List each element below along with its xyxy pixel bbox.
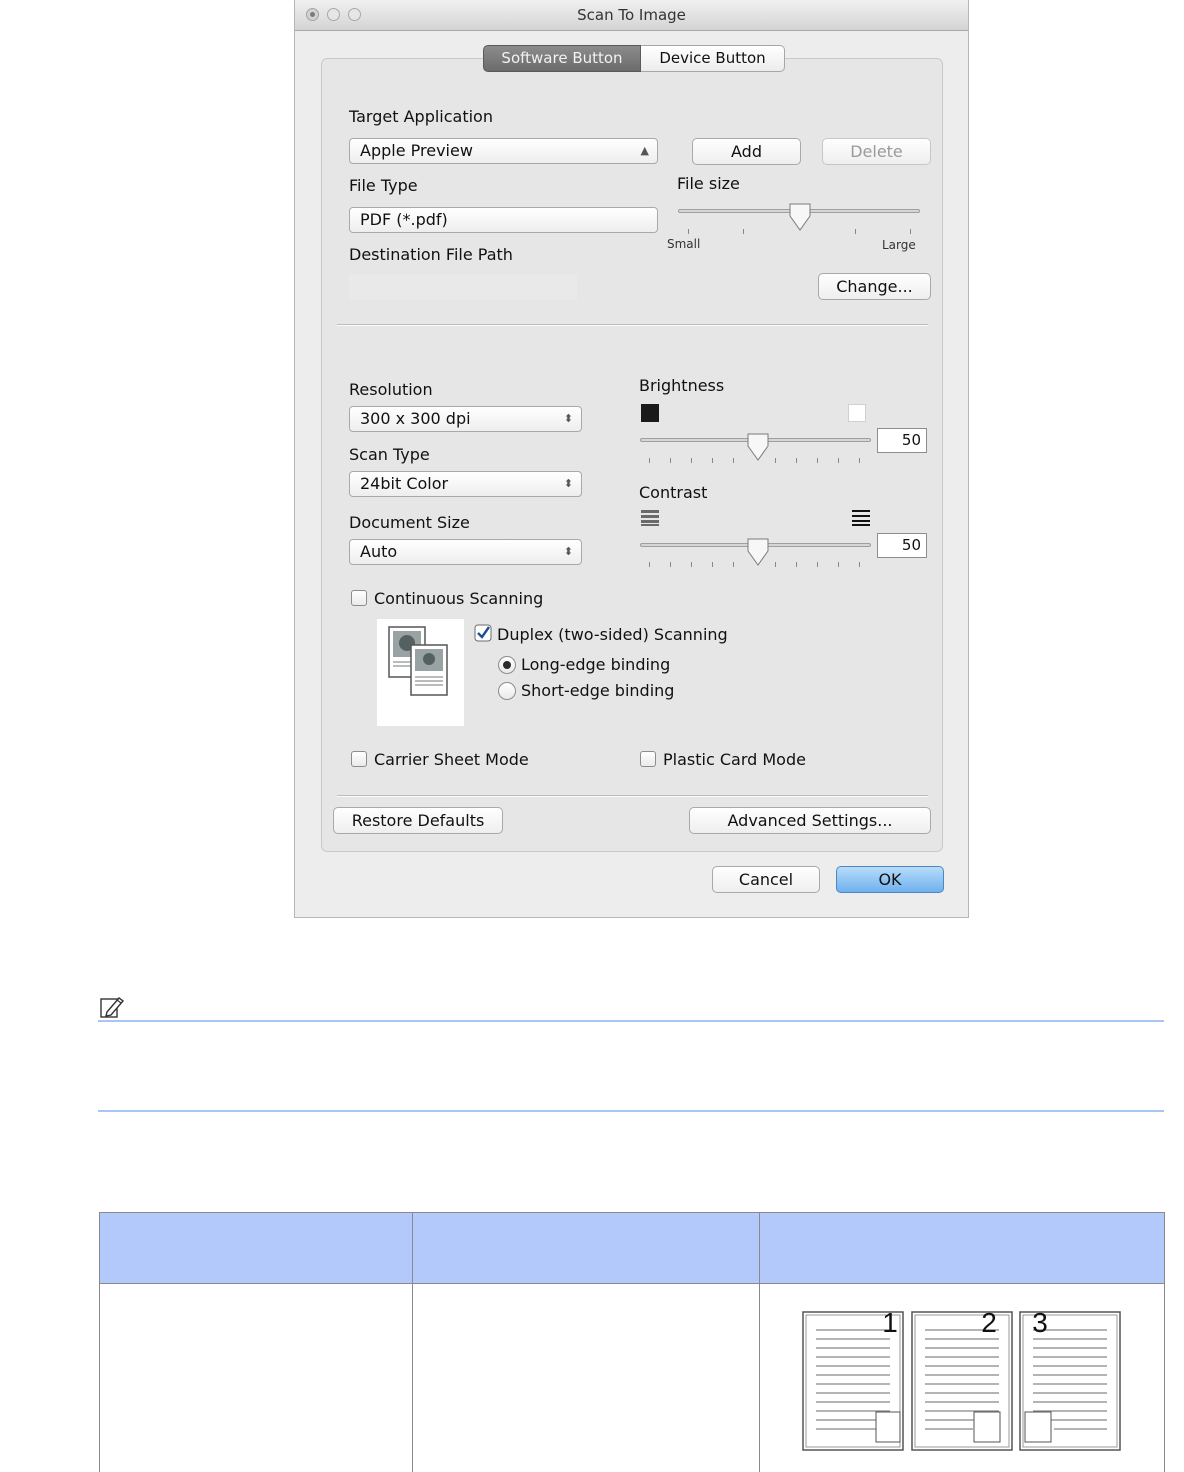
target-application-value: Apple Preview — [360, 141, 473, 160]
file-type-value: PDF (*.pdf) — [360, 210, 448, 229]
page-number-3: 3 — [1032, 1307, 1048, 1338]
continuous-scanning-checkbox[interactable] — [351, 590, 367, 606]
contrast-label: Contrast — [639, 483, 708, 502]
updown-arrows-icon: ⬍ — [563, 545, 573, 558]
short-edge-label: Short-edge binding — [521, 681, 675, 700]
scan-type-select[interactable]: 24bit Color ⬍ — [349, 471, 582, 497]
page-number-1: 1 — [882, 1307, 898, 1338]
light-square-icon — [848, 404, 866, 422]
note-pencil-icon — [100, 997, 125, 1018]
brightness-ticks — [649, 458, 861, 464]
title-bar: Scan To Image — [295, 0, 968, 31]
updown-arrows-icon: ⬍ — [563, 412, 573, 425]
scan-type-label: Scan Type — [349, 445, 430, 464]
brightness-label: Brightness — [639, 376, 725, 395]
duplex-illustration — [377, 619, 464, 726]
section-divider — [337, 324, 928, 326]
pages-figure — [802, 1311, 1121, 1451]
scan-to-image-window: Scan To Image Software Button Device But… — [294, 0, 969, 918]
destination-file-path-field — [349, 274, 577, 300]
file-size-small-label: Small — [667, 237, 701, 251]
file-type-label: File Type — [349, 176, 418, 195]
tab-software-button[interactable]: Software Button — [483, 45, 641, 72]
note-top-rule — [98, 1020, 1164, 1022]
target-application-select[interactable]: Apple Preview ▲ — [349, 138, 658, 164]
target-application-label: Target Application — [349, 107, 493, 126]
contrast-ticks — [649, 562, 861, 568]
duplex-label: Duplex (two-sided) Scanning — [497, 625, 728, 644]
long-edge-radio[interactable] — [498, 656, 516, 674]
delete-button[interactable]: Delete — [822, 138, 931, 165]
high-contrast-icon — [852, 510, 870, 526]
restore-defaults-button[interactable]: Restore Defaults — [333, 807, 503, 834]
advanced-settings-button[interactable]: Advanced Settings... — [689, 807, 931, 834]
document-size-value: Auto — [360, 542, 398, 561]
page-number-2: 2 — [981, 1307, 997, 1338]
file-size-slider-thumb[interactable] — [788, 202, 812, 232]
table-column-divider — [759, 1212, 760, 1472]
file-size-tick — [743, 229, 744, 234]
file-size-tick — [855, 229, 856, 234]
binding-table: 1 2 3 — [99, 1212, 1165, 1472]
table-right-border — [1164, 1212, 1165, 1472]
document-size-label: Document Size — [349, 513, 470, 532]
table-header-row — [100, 1212, 1164, 1284]
dark-square-icon — [641, 404, 659, 422]
document-size-select[interactable]: Auto ⬍ — [349, 539, 582, 565]
file-size-tick — [688, 229, 689, 234]
carrier-sheet-label: Carrier Sheet Mode — [374, 750, 529, 769]
change-button[interactable]: Change... — [818, 273, 931, 300]
updown-arrows-icon: ▲ — [640, 144, 649, 157]
destination-file-path-label: Destination File Path — [349, 245, 513, 264]
table-column-divider — [412, 1212, 413, 1472]
duplex-checkbox[interactable] — [474, 624, 492, 642]
plastic-card-label: Plastic Card Mode — [663, 750, 806, 769]
ok-button[interactable]: OK — [836, 866, 944, 893]
long-edge-label: Long-edge binding — [521, 655, 671, 674]
add-button[interactable]: Add — [692, 138, 801, 165]
low-contrast-icon — [641, 510, 659, 526]
file-size-large-label: Large — [882, 238, 916, 252]
contrast-value-field[interactable]: 50 — [877, 533, 927, 558]
footer-divider — [337, 795, 928, 797]
short-edge-radio[interactable] — [498, 682, 516, 700]
duplex-pages-icon — [388, 626, 448, 696]
resolution-select[interactable]: 300 x 300 dpi ⬍ — [349, 406, 582, 432]
scan-type-value: 24bit Color — [360, 474, 449, 493]
tab-device-button[interactable]: Device Button — [641, 45, 785, 72]
brightness-value-field[interactable]: 50 — [877, 428, 927, 453]
plastic-card-checkbox[interactable] — [640, 751, 656, 767]
carrier-sheet-checkbox[interactable] — [351, 751, 367, 767]
updown-arrows-icon: ⬍ — [563, 477, 573, 490]
file-type-select[interactable]: PDF (*.pdf) — [349, 207, 658, 233]
continuous-scanning-label: Continuous Scanning — [374, 589, 544, 608]
note-bottom-rule — [98, 1110, 1164, 1112]
resolution-label: Resolution — [349, 380, 433, 399]
cancel-button[interactable]: Cancel — [712, 866, 820, 893]
resolution-value: 300 x 300 dpi — [360, 409, 471, 428]
file-size-label: File size — [677, 174, 740, 193]
window-title: Scan To Image — [577, 6, 686, 24]
file-size-tick — [910, 229, 911, 234]
